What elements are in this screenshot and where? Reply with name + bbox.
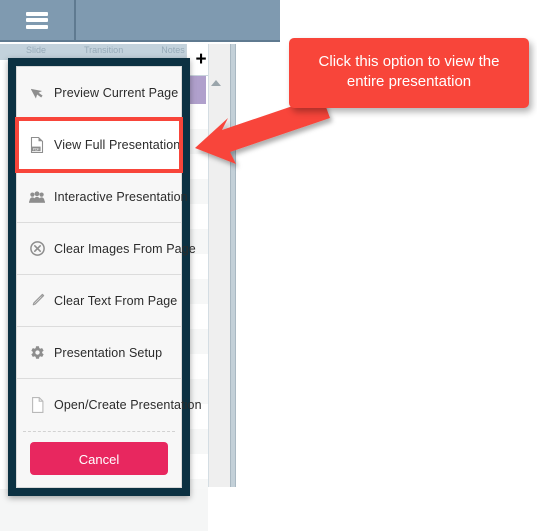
hamburger-icon [26,11,48,29]
menu-item-label: Interactive Presentation [54,189,188,204]
menu-item-label: View Full Presentation [54,137,181,152]
toolbar-empty-area [76,0,280,40]
menu-item-label: Open/Create Presentation [54,397,202,412]
gear-icon [27,344,47,362]
menu-item-clear-text-from-page[interactable]: Clear Text From Page [17,275,181,327]
pencil-icon [27,292,47,310]
menu-item-interactive-presentation[interactable]: Interactive Presentation [17,171,188,223]
menu-item-presentation-setup[interactable]: Presentation Setup [17,327,181,379]
menu-item-label: Clear Text From Page [54,293,178,308]
people-group-icon [27,188,47,206]
menu-item-preview-current-page[interactable]: Preview Current Page [17,67,181,119]
cursor-arrow-icon [27,84,47,102]
plus-icon: + [195,49,207,70]
presentation-action-sheet: Preview Current Page PDF View Full Prese… [8,58,202,496]
svg-text:PDF: PDF [33,147,40,151]
menu-item-label: Presentation Setup [54,345,163,360]
cancel-button[interactable]: Cancel [30,442,168,475]
menu-item-view-full-presentation[interactable]: PDF View Full Presentation [15,117,183,173]
panel-scroll-track[interactable] [208,44,231,487]
cancel-button-area: Cancel [17,432,181,489]
menu-item-label: Preview Current Page [54,85,179,100]
action-sheet-menu: Preview Current Page PDF View Full Prese… [15,67,202,431]
document-icon [27,396,47,414]
callout-text: Click this option to view the entire pre… [318,53,500,90]
sub-bar-label-1: Transition [84,45,124,55]
secondary-toolbar-labels: Slide Transition Notes [26,45,185,55]
sub-bar-label-2: Notes [161,45,185,55]
menu-item-open-create-presentation[interactable]: Open/Create Presentation [17,379,202,431]
sub-bar-label-0: Slide [26,45,47,55]
menu-item-clear-images-from-page[interactable]: Clear Images From Page [17,223,196,275]
pdf-file-icon: PDF [27,136,47,154]
annotation-callout: Click this option to view the entire pre… [289,38,529,108]
hamburger-menu-button[interactable] [0,0,76,40]
presentation-canvas[interactable] [236,44,537,531]
action-sheet-body: Preview Current Page PDF View Full Prese… [15,66,202,489]
close-circle-icon [27,240,47,258]
menu-item-label: Clear Images From Page [54,241,196,256]
triangle-up-icon[interactable] [211,80,221,86]
top-toolbar [0,0,280,42]
